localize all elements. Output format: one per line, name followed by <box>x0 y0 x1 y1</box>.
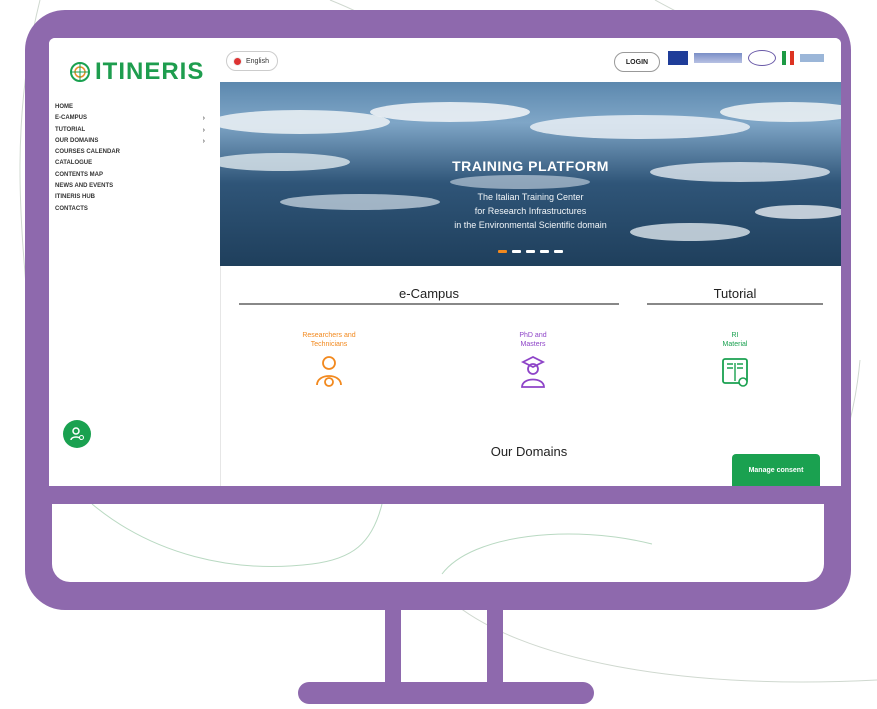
chevron-right-icon: › <box>202 137 205 145</box>
sidebar-item-courses-calendar[interactable]: COURSES CALENDAR <box>55 147 211 158</box>
partner-logos <box>668 50 824 66</box>
sidebar-item-home[interactable]: HOME <box>55 102 211 113</box>
monitor-bezel <box>52 486 824 504</box>
globe-icon <box>70 62 90 82</box>
sidebar-item-itineris-hub[interactable]: ITINERIS HUB <box>55 192 211 203</box>
monitor-chin <box>52 503 824 582</box>
hero-mountain-image <box>220 102 841 241</box>
italy-flag-logo <box>782 51 794 65</box>
monitor-stand-left <box>385 606 401 684</box>
card-label-line1: Researchers and <box>302 332 356 339</box>
eu-funding-logo <box>694 53 742 63</box>
carousel-dot[interactable] <box>512 250 521 253</box>
researcher-icon <box>316 356 342 387</box>
chin-curves <box>91 503 653 575</box>
sidebar-item-contents-map[interactable]: CONTENTS MAP <box>55 170 211 181</box>
hero-subtitle-line1: The Italian Training Center <box>477 192 584 202</box>
carousel-dot[interactable] <box>540 250 549 253</box>
login-button[interactable]: LOGIN <box>614 52 660 72</box>
carousel-dot[interactable] <box>498 250 507 253</box>
card-label-line1: PhD and <box>519 332 547 339</box>
monitor-stand-base <box>298 682 594 704</box>
sidebar-item-e-campus[interactable]: E-CAMPUS › <box>55 113 211 124</box>
card-researchers-technicians[interactable]: Researchers and Technicians <box>279 331 379 396</box>
book-icon <box>722 358 748 387</box>
sidebar-item-news-and-events[interactable]: NEWS AND EVENTS <box>55 181 211 192</box>
card-label-line2: Material <box>722 341 748 348</box>
carousel-indicators <box>498 250 563 253</box>
sidebar-nav: HOME E-CAMPUS › TUTORIAL › OUR DOMAINS › CO… <box>55 102 211 215</box>
card-phd-masters[interactable]: PhD and Masters <box>483 331 583 396</box>
hero-banner: TRAINING PLATFORM The Italian Training C… <box>220 82 841 266</box>
hero-subtitle-line3: in the Environmental Scientific domain <box>454 220 607 230</box>
language-selector[interactable]: English <box>226 51 278 71</box>
section-title-e-campus[interactable]: e-Campus <box>239 286 619 301</box>
hero-title: TRAINING PLATFORM <box>452 158 609 174</box>
monitor-stand-right <box>487 606 503 684</box>
sidebar-item-contacts[interactable]: CONTACTS <box>55 204 211 215</box>
carousel-dot[interactable] <box>554 250 563 253</box>
card-label-line2: Masters <box>520 341 546 348</box>
itineris-logo[interactable]: ITINERIS <box>69 58 204 86</box>
ministry-logo <box>800 54 824 62</box>
section-divider <box>239 303 619 305</box>
eu-flag-logo <box>668 51 688 65</box>
sidebar-item-catalogue[interactable]: CATALOGUE <box>55 158 211 169</box>
hero-subtitle-line2: for Research Infrastructures <box>474 206 587 216</box>
language-label: English <box>246 57 269 65</box>
sidebar-item-tutorial[interactable]: TUTORIAL › <box>55 125 211 136</box>
user-account-button[interactable] <box>63 420 91 448</box>
monitor-screen: ITINERIS HOME E-CAMPUS › TUTORIAL › OUR DO… <box>49 38 841 486</box>
section-divider <box>647 303 823 305</box>
partner-circle-logo <box>748 50 776 66</box>
user-icon <box>70 427 84 441</box>
flag-icon <box>233 56 242 66</box>
card-ri-material[interactable]: RI Material <box>685 331 785 396</box>
chevron-right-icon: › <box>202 115 205 123</box>
sidebar: ITINERIS HOME E-CAMPUS › TUTORIAL › OUR DO… <box>49 38 221 486</box>
card-label-line2: Technicians <box>310 341 348 348</box>
card-label-line1: RI <box>731 332 739 339</box>
logo-text: ITINERIS <box>95 58 205 85</box>
carousel-dot[interactable] <box>526 250 535 253</box>
graduate-icon <box>520 355 546 388</box>
section-title-tutorial[interactable]: Tutorial <box>647 286 823 301</box>
section-title-our-domains: Our Domains <box>490 444 568 459</box>
top-bar: English LOGIN <box>220 38 841 82</box>
sidebar-item-our-domains[interactable]: OUR DOMAINS › <box>55 136 211 147</box>
chevron-right-icon: › <box>202 126 205 134</box>
manage-consent-button[interactable]: Manage consent <box>732 454 820 486</box>
